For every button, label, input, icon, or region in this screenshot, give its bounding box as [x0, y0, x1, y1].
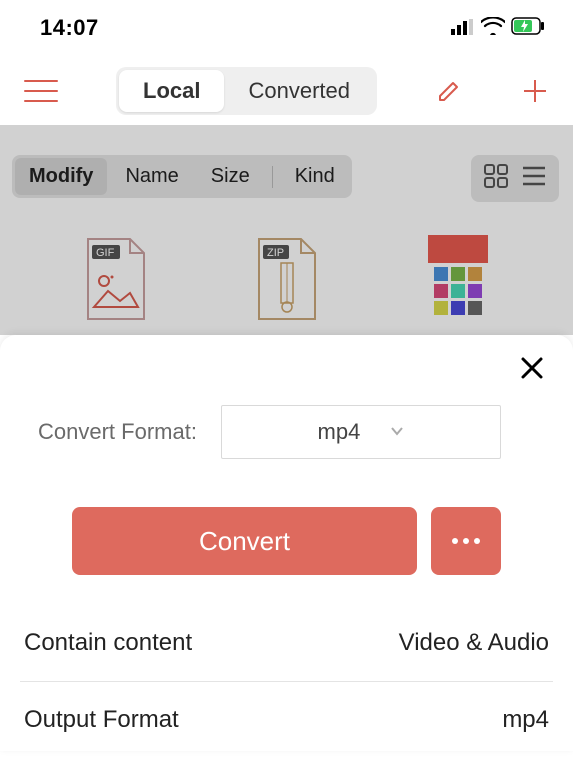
chevron-down-icon [390, 423, 404, 441]
convert-button[interactable]: Convert [72, 507, 417, 575]
contain-label: Contain content [24, 629, 192, 657]
convert-sheet: Convert Format: mp4 Convert Contain cont… [0, 335, 573, 751]
status-bar: 14:07 [0, 0, 573, 56]
add-icon[interactable] [521, 77, 549, 105]
edit-icon[interactable] [435, 77, 463, 105]
format-label: Convert Format: [38, 419, 197, 445]
output-value: mp4 [502, 706, 549, 734]
format-value: mp4 [318, 419, 361, 445]
contain-value: Video & Audio [399, 629, 549, 657]
tab-local[interactable]: Local [119, 70, 224, 112]
file-browser-dimmed: Modify Name Size Kind GIF ZIP [0, 125, 573, 335]
cellular-icon [451, 15, 475, 41]
format-select[interactable]: mp4 [221, 405, 501, 459]
toolbar: Local Converted [0, 56, 573, 125]
menu-icon[interactable] [24, 80, 58, 102]
battery-icon [511, 15, 545, 41]
tabs: Local Converted [116, 67, 377, 115]
status-right [451, 15, 545, 41]
tab-converted[interactable]: Converted [224, 70, 374, 112]
more-button[interactable] [431, 507, 501, 575]
output-label: Output Format [24, 706, 179, 734]
close-icon[interactable] [519, 355, 545, 387]
output-format-row[interactable]: Output Format mp4 [20, 682, 553, 758]
contain-content-row[interactable]: Contain content Video & Audio [20, 605, 553, 681]
status-time: 14:07 [40, 15, 99, 41]
wifi-icon [481, 15, 505, 41]
